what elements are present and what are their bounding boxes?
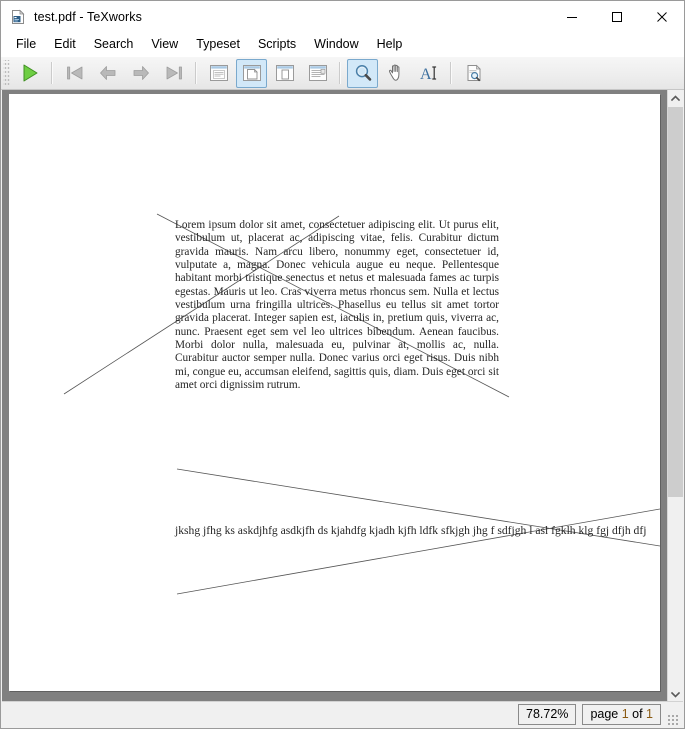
magnifier-icon [355,65,371,81]
pan-tool-button[interactable] [380,59,411,88]
menu-bar: File Edit Search View Typeset Scripts Wi… [1,32,684,57]
fit-width-icon [209,65,228,81]
menu-window[interactable]: Window [305,34,367,55]
zoom-level-field[interactable]: 78.72% [518,704,577,725]
text-select-tool-button[interactable]: A [413,59,444,88]
actual-size-icon [275,65,294,81]
title-bar[interactable]: test.pdf - TeXworks [1,1,684,32]
toolbar-drag-handle[interactable] [3,60,10,86]
pdf-viewport[interactable]: Lorem ipsum dolor sit amet, consectetuer… [2,90,683,704]
magnify-tool-button[interactable] [347,58,378,88]
fit-content-button[interactable] [302,59,333,88]
green-play-triangle-icon [23,64,37,82]
menu-help[interactable]: Help [368,34,412,55]
status-bar: 78.72% page 1 of 1 [2,701,683,727]
arrow-left-icon [99,66,115,80]
minimize-button[interactable] [549,1,594,32]
toolbar-separator [195,62,197,84]
window-controls [549,1,684,32]
pdf-scroll-area[interactable]: Lorem ipsum dolor sit amet, consectetuer… [2,90,667,704]
menu-search[interactable]: Search [85,34,143,55]
maximize-button[interactable] [594,1,639,32]
pdf-page[interactable]: Lorem ipsum dolor sit amet, consectetuer… [9,94,660,691]
menu-file[interactable]: File [7,34,45,55]
close-button[interactable] [639,1,684,32]
menu-typeset[interactable]: Typeset [187,34,249,55]
menu-edit[interactable]: Edit [45,34,85,55]
pdf-vector-graphics [63,213,660,595]
fit-content-icon [308,65,327,81]
page-indicator-field[interactable]: page 1 of 1 [582,704,661,725]
jump-last-icon [166,66,182,80]
scrollbar-thumb[interactable] [668,107,683,497]
chevron-down-icon [671,691,680,698]
toolbar-separator [51,62,53,84]
minimize-icon [566,16,577,18]
chevron-up-icon [671,95,680,102]
next-page-button[interactable] [125,59,156,88]
resize-grip[interactable] [667,714,680,727]
toolbar: A [1,57,684,90]
vertical-scrollbar[interactable] [667,90,683,703]
hand-icon [388,64,399,81]
source-preview-button[interactable] [458,59,489,88]
page-total-number: 1 [646,707,653,721]
document-search-icon [467,64,481,82]
text-select-icon: A [420,66,436,83]
document-long-line: jkshg jfhg ks askdjhfg asdkjfh ds kjahdf… [175,524,647,537]
texworks-window: test.pdf - TeXworks File Edit Search Vie… [0,0,685,729]
menu-scripts[interactable]: Scripts [249,34,305,55]
menu-view[interactable]: View [142,34,187,55]
window-title: test.pdf - TeXworks [34,9,142,24]
toolbar-separator [339,62,341,84]
page-current-number: 1 [621,707,629,721]
previous-page-button[interactable] [92,59,123,88]
arrow-right-icon [133,66,149,80]
close-icon [656,11,667,22]
fit-page-button[interactable] [236,58,267,88]
maximize-icon [611,11,622,22]
jump-first-icon [66,66,82,80]
pdf-document-icon [10,9,26,25]
svg-text:A: A [420,66,432,83]
scroll-up-button[interactable] [668,90,683,107]
first-page-button[interactable] [59,59,90,88]
page-of-label: of [628,707,647,721]
toolbar-separator [450,62,452,84]
last-page-button[interactable] [158,59,189,88]
page-prefix-label: page [590,707,622,721]
typeset-button[interactable] [14,59,45,88]
fit-page-icon [242,65,261,81]
fit-width-button[interactable] [203,59,234,88]
document-paragraph: Lorem ipsum dolor sit amet, consectetuer… [175,219,499,392]
actual-size-button[interactable] [269,59,300,88]
